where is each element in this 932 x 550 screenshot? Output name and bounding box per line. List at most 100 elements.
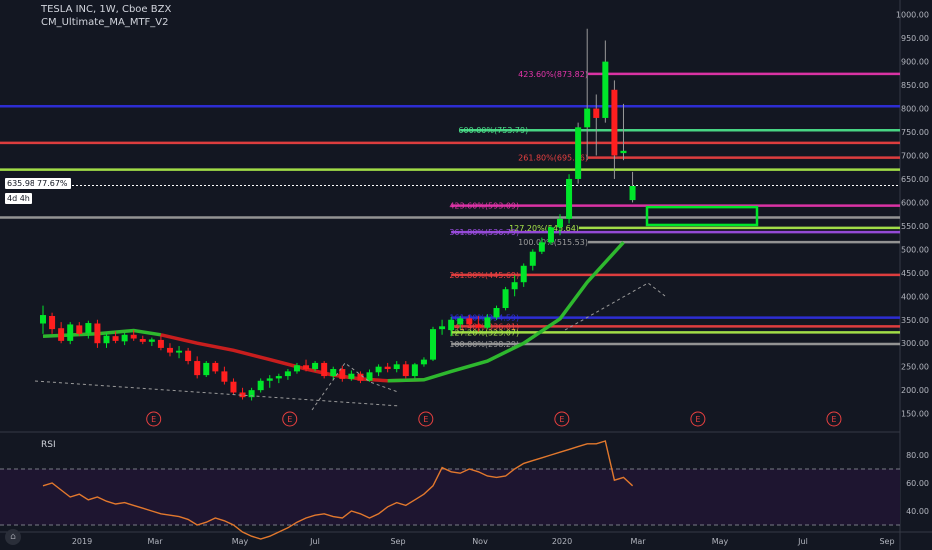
- candle-body: [566, 178, 573, 219]
- last-price-tag: 635.98: [5, 178, 37, 189]
- time-axis-label: 2020: [552, 537, 572, 546]
- candle-body: [439, 326, 446, 330]
- price-axis-tick: 950.00: [901, 34, 929, 43]
- time-axis-label: Sep: [879, 537, 894, 546]
- time-axis-label: Nov: [472, 537, 488, 546]
- candle-body: [529, 251, 536, 266]
- rsi-axis-tick: 40.00: [906, 507, 929, 516]
- price-chart[interactable]: 423.60%(873.82)600.00%(753.79)261.80%(69…: [0, 0, 932, 550]
- candle-body: [293, 365, 300, 372]
- candle-body: [275, 376, 282, 379]
- candle-body: [575, 127, 582, 179]
- candle-body: [384, 366, 391, 370]
- candle-body: [257, 380, 264, 391]
- price-axis-tick: 450.00: [901, 269, 929, 278]
- candle-body: [511, 282, 518, 290]
- candle-body: [593, 108, 600, 118]
- candle-body: [357, 373, 364, 381]
- candle-body: [330, 369, 337, 377]
- earnings-marker-label: E: [559, 415, 564, 424]
- indicator-name: CM_Ultimate_MA_MTF_V2: [41, 17, 169, 28]
- candle-body: [430, 329, 437, 360]
- rsi-axis-tick: 80.00: [906, 451, 929, 460]
- price-axis-tick: 750.00: [901, 128, 929, 137]
- candle-body: [466, 318, 473, 325]
- candle-body: [203, 362, 210, 376]
- candle-body: [194, 361, 201, 376]
- candle-body: [611, 89, 618, 156]
- candle-body: [94, 323, 101, 344]
- fib-level-label: 127.20%(323.07): [449, 328, 519, 337]
- time-axis-label: Jul: [797, 537, 808, 546]
- time-axis-label: Mar: [630, 537, 646, 546]
- candle-body: [602, 61, 609, 118]
- candle-body: [321, 362, 328, 377]
- candle-body: [112, 336, 119, 341]
- candle-body: [556, 218, 563, 228]
- candle-body: [493, 308, 500, 318]
- candle-body: [448, 319, 455, 331]
- earnings-marker-label: E: [695, 415, 700, 424]
- candle-body: [103, 335, 110, 344]
- bar-countdown-tag: 4d 4h: [5, 193, 32, 204]
- price-axis-tick: 650.00: [901, 175, 929, 184]
- candle-body: [85, 323, 92, 333]
- price-axis-tick: 900.00: [901, 58, 929, 67]
- change-pct-tag: 77.67%: [34, 178, 71, 189]
- candle-body: [375, 366, 382, 373]
- candle-body: [303, 365, 310, 370]
- candle-body: [402, 364, 409, 377]
- candle-body: [629, 185, 636, 201]
- candle-body: [538, 242, 545, 252]
- price-axis-tick: 150.00: [901, 410, 929, 419]
- earnings-marker-label: E: [423, 415, 428, 424]
- price-axis-tick: 700.00: [901, 151, 929, 160]
- candle-body: [121, 334, 128, 342]
- time-axis-label: May: [712, 537, 729, 546]
- candle-body: [130, 334, 137, 339]
- time-axis-label: Jul: [309, 537, 320, 546]
- time-axis-label: May: [232, 537, 249, 546]
- candle-body: [457, 318, 464, 325]
- candle-body: [58, 328, 65, 341]
- candle-body: [284, 371, 291, 377]
- fib-level-label: 100.00%(298.29): [449, 340, 519, 349]
- candle-body: [393, 364, 400, 370]
- candle-body: [584, 108, 591, 128]
- candle-body: [502, 289, 509, 309]
- price-axis-tick: 600.00: [901, 198, 929, 207]
- chart-title: TESLA INC, 1W, Cboe BZX: [41, 4, 172, 15]
- candle-body: [212, 362, 219, 372]
- candle-body: [312, 362, 319, 370]
- price-axis-tick: 800.00: [901, 105, 929, 114]
- price-axis-tick: 400.00: [901, 292, 929, 301]
- fib-level-label: 423.60%(873.82): [518, 70, 588, 79]
- rsi-label: RSI: [41, 440, 56, 450]
- candle-body: [266, 378, 273, 381]
- earnings-marker-label: E: [831, 415, 836, 424]
- price-axis-tick: 350.00: [901, 316, 929, 325]
- candle-body: [176, 350, 183, 353]
- fib-level-label: 361.80%(536.79): [449, 228, 519, 237]
- candle-body: [420, 359, 427, 365]
- tradingview-logo-icon[interactable]: ⌂: [5, 529, 21, 545]
- candle-body: [166, 347, 173, 353]
- rsi-axis-tick: 60.00: [906, 479, 929, 488]
- price-axis-tick: 250.00: [901, 363, 929, 372]
- candle-body: [230, 381, 237, 393]
- candle-body: [157, 339, 164, 348]
- price-axis-tick: 550.00: [901, 222, 929, 231]
- candle-body: [139, 338, 146, 342]
- price-axis-tick: 500.00: [901, 245, 929, 254]
- candle-body: [411, 364, 418, 377]
- earnings-marker-label: E: [151, 415, 156, 424]
- candle-body: [148, 339, 155, 342]
- candle-body: [520, 265, 527, 283]
- candle-body: [547, 227, 554, 243]
- earnings-marker-label: E: [287, 415, 292, 424]
- candle-body: [76, 325, 83, 334]
- time-axis-label: Sep: [390, 537, 405, 546]
- price-axis-tick: 850.00: [901, 81, 929, 90]
- candle-body: [620, 150, 627, 154]
- candle-body: [49, 315, 56, 330]
